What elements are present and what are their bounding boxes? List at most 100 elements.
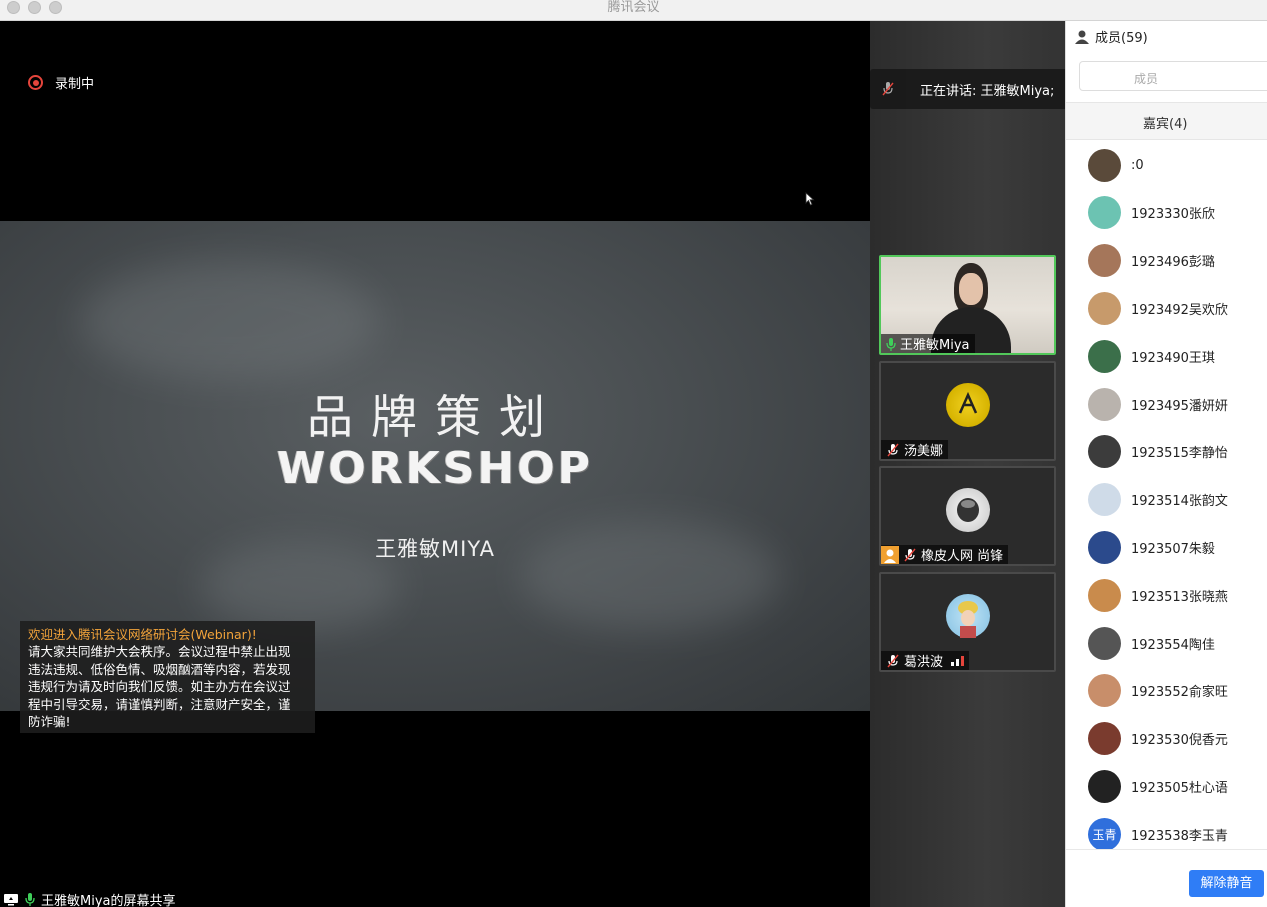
- member-name: 1923507朱毅: [1131, 541, 1215, 557]
- member-avatar: [1088, 722, 1121, 756]
- notice-line: 防诈骗!: [28, 714, 71, 730]
- muted-mic-icon: [870, 81, 906, 97]
- tab-guests[interactable]: 嘉宾(4): [1143, 113, 1187, 132]
- members-count: 成员(59): [1095, 31, 1148, 46]
- member-name: 1923538李玉青: [1131, 828, 1228, 844]
- members-panel: 成员(59) 成员 嘉宾(4) :0 1923330张欣 1923496彭璐 1923…: [1065, 21, 1267, 907]
- screen-share-icon: [4, 893, 18, 905]
- member-row[interactable]: 1923495潘妍妍: [1088, 387, 1228, 421]
- member-name: 1923330张欣: [1131, 207, 1215, 223]
- member-row[interactable]: 1923530倪香元: [1088, 722, 1228, 756]
- panel-footer: 解除静音: [1066, 849, 1267, 907]
- muted-mic-icon: [904, 548, 916, 561]
- member-name: 1923492吴欢欣: [1131, 302, 1228, 318]
- window-title: 腾讯会议: [607, 0, 660, 15]
- slide-subtitle: WORKSHOP: [276, 443, 594, 494]
- member-row[interactable]: 1923492吴欢欣: [1088, 291, 1228, 325]
- member-row[interactable]: 1923505杜心语: [1088, 769, 1228, 803]
- member-avatar: [1088, 244, 1121, 278]
- meeting-window: 腾讯会议 录制中 品牌策划 WORKSHOP 王雅敏MIYA 欢迎进入腾讯会议网…: [0, 0, 1267, 907]
- participant-avatar: [945, 594, 990, 638]
- person-icon: [1075, 30, 1089, 44]
- member-name: 1923515李静怡: [1131, 446, 1228, 462]
- member-name: 1923530倪香元: [1131, 733, 1228, 749]
- participant-avatar: [945, 488, 990, 532]
- video-tile[interactable]: 葛洪波: [879, 572, 1056, 672]
- member-name: 1923490王琪: [1131, 350, 1215, 366]
- slide-title: 品牌策划: [307, 390, 563, 444]
- webinar-notice: 欢迎进入腾讯会议网络研讨会(Webinar)! 请大家共同维护大会秩序。会议过程…: [20, 621, 315, 733]
- member-avatar: [1088, 148, 1121, 182]
- video-tile[interactable]: 汤美娜: [879, 361, 1056, 461]
- member-avatar: [1088, 435, 1121, 469]
- unmute-all-button[interactable]: 解除静音: [1189, 870, 1264, 897]
- title-bar: 腾讯会议: [0, 0, 1267, 21]
- notice-line: 违规行为请及时向我们反馈。如主办方在会议过: [28, 679, 291, 695]
- member-avatar: [1088, 339, 1121, 373]
- speaking-text: 正在讲话: 王雅敏Miya;: [920, 83, 1055, 99]
- notice-line: 请大家共同维护大会秩序。会议过程中禁止出现: [28, 644, 291, 660]
- member-name: 1923495潘妍妍: [1131, 398, 1228, 414]
- microphone-icon: [25, 893, 35, 906]
- member-search-input[interactable]: 成员: [1079, 61, 1267, 91]
- member-avatar: [1088, 530, 1121, 564]
- member-name: 1923554陶佳: [1131, 637, 1215, 653]
- member-row[interactable]: 1923513张晓燕: [1088, 578, 1228, 612]
- member-avatar: [1088, 483, 1121, 517]
- notice-line: 程中引导交易，请谨慎判断，注意财产安全，谨: [28, 696, 291, 712]
- member-row[interactable]: 1923552俞家旺: [1088, 674, 1228, 708]
- member-name: 1923496彭璐: [1131, 255, 1215, 271]
- member-row[interactable]: 1923496彭璐: [1088, 244, 1215, 278]
- member-row[interactable]: :0: [1088, 148, 1144, 182]
- video-tile[interactable]: 王雅敏Miya: [879, 255, 1056, 355]
- tile-namebar: 王雅敏Miya: [881, 334, 975, 353]
- slide-author: 王雅敏MIYA: [375, 537, 495, 561]
- participant-avatar: [945, 383, 990, 427]
- microphone-icon: [886, 337, 896, 351]
- tile-namebar: 葛洪波: [881, 651, 970, 670]
- member-avatar: [1088, 578, 1121, 612]
- notice-headline: 欢迎进入腾讯会议网络研讨会(Webinar)!: [28, 627, 257, 642]
- user-icon: [881, 545, 899, 564]
- notice-line: 违法违规、低俗色情、吸烟酗酒等内容，若发现: [28, 661, 291, 677]
- member-name: 1923552俞家旺: [1131, 685, 1228, 701]
- member-row[interactable]: 1923554陶佳: [1088, 626, 1215, 660]
- member-name: 1923505杜心语: [1131, 780, 1228, 796]
- video-tile[interactable]: 橡皮人网 尚锋: [879, 466, 1056, 566]
- member-row[interactable]: 1923514张韵文: [1088, 483, 1228, 517]
- mouse-cursor-icon: [805, 192, 815, 206]
- participant-name: 汤美娜: [904, 444, 944, 459]
- member-avatar: [1088, 291, 1121, 325]
- member-row[interactable]: 1923330张欣: [1088, 196, 1215, 230]
- member-row[interactable]: 1923507朱毅: [1088, 530, 1215, 564]
- member-avatar: [1088, 769, 1121, 803]
- member-avatar: [1088, 387, 1121, 421]
- recording-label: 录制中: [55, 77, 95, 92]
- member-row[interactable]: 1923490王琪: [1088, 339, 1215, 373]
- tile-namebar: 汤美娜: [881, 440, 949, 459]
- signal-strength-icon: [951, 655, 965, 666]
- member-name: 1923513张晓燕: [1131, 589, 1228, 605]
- member-avatar: [1088, 196, 1121, 230]
- screen-share-stage[interactable]: 录制中 品牌策划 WORKSHOP 王雅敏MIYA 欢迎进入腾讯会议网络研讨会(…: [0, 21, 870, 907]
- member-row[interactable]: 玉青 1923538李玉青: [1088, 817, 1228, 849]
- participant-name: 葛洪波: [904, 655, 944, 670]
- member-row[interactable]: 1923515李静怡: [1088, 435, 1228, 469]
- record-icon: [28, 75, 43, 90]
- tile-namebar: 橡皮人网 尚锋: [881, 545, 1009, 564]
- muted-mic-icon: [887, 654, 899, 667]
- member-avatar: [1088, 626, 1121, 660]
- member-name: 1923514张韵文: [1131, 494, 1228, 510]
- muted-mic-icon: [887, 443, 899, 456]
- participant-name: 橡皮人网 尚锋: [921, 549, 1004, 564]
- member-avatar: [1088, 674, 1121, 708]
- participant-name: 王雅敏Miya: [900, 338, 970, 353]
- guest-tab-bar: 嘉宾(4): [1066, 102, 1267, 140]
- member-name: :0: [1131, 157, 1144, 173]
- video-strip: [870, 21, 1065, 907]
- recording-indicator[interactable]: 录制中: [28, 73, 94, 92]
- members-header: 成员(59): [1074, 27, 1148, 46]
- member-list[interactable]: :0 1923330张欣 1923496彭璐 1923492吴欢欣 1923490王琪 1…: [1066, 141, 1267, 849]
- screen-share-owner: 王雅敏Miya的屏幕共享: [41, 893, 176, 907]
- screen-share-label: 王雅敏Miya的屏幕共享: [3, 891, 176, 907]
